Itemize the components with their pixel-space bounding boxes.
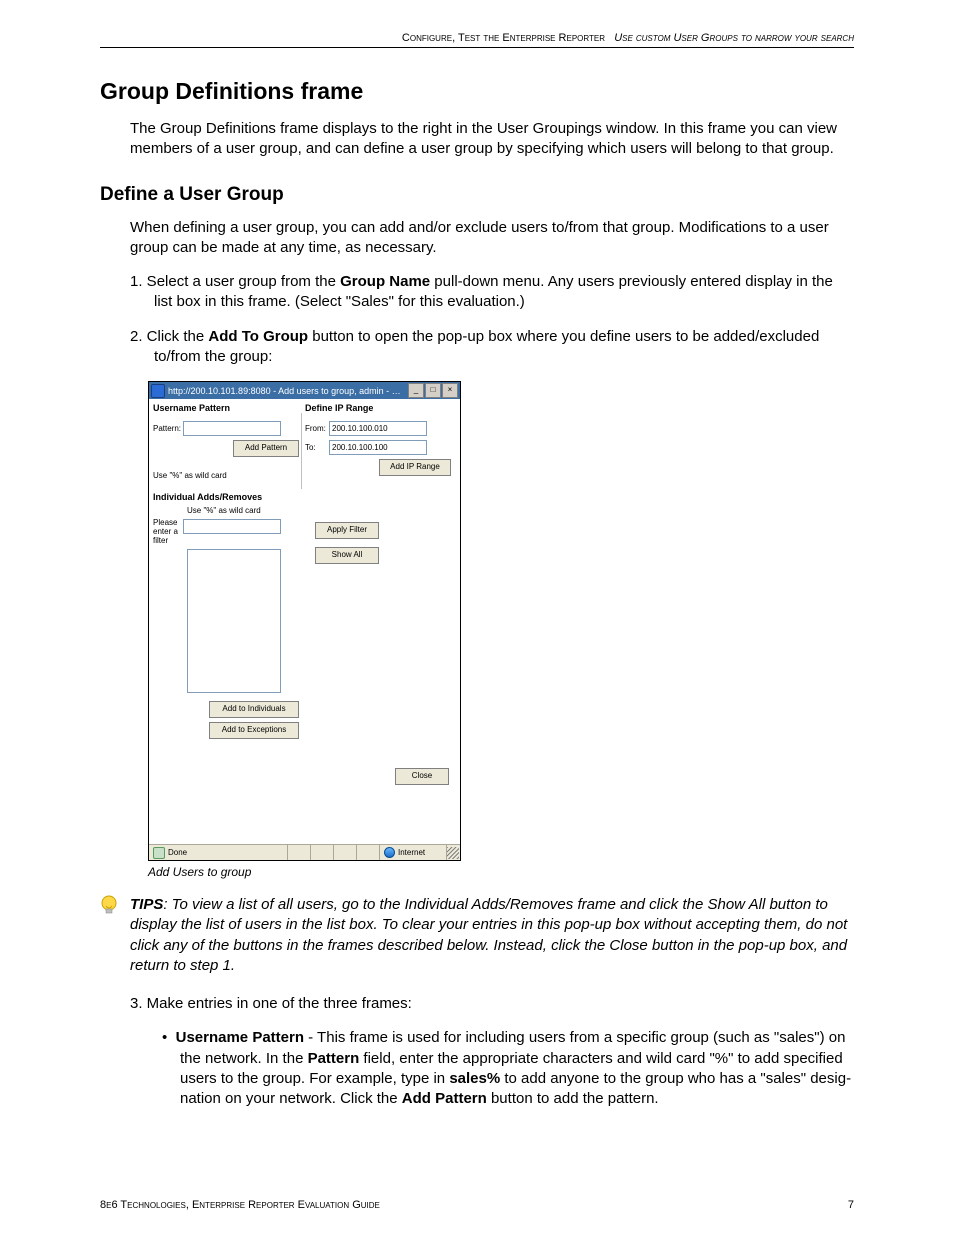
running-header: Configure, Test the Enterprise Reporter … — [100, 32, 854, 48]
add-to-individuals-button[interactable]: Add to Individuals — [209, 701, 299, 718]
section-heading-group-definitions: Group Definitions frame — [100, 78, 854, 105]
page-footer: 8e6 Technologies, Enterprise Reporter Ev… — [100, 1199, 854, 1211]
to-input[interactable]: 200.10.100.100 — [329, 440, 427, 455]
intro-paragraph: The Group Definitions frame displays to … — [130, 119, 854, 160]
section-heading-define-user-group: Define a User Group — [100, 184, 854, 206]
filter-label: Please enter a filter — [153, 519, 183, 545]
users-listbox[interactable] — [187, 549, 281, 693]
tips-label: TIPS — [130, 896, 163, 913]
figure-caption: Add Users to group — [148, 865, 854, 879]
username-pattern-title: Username Pattern — [153, 401, 299, 413]
to-label: To: — [305, 443, 329, 452]
bullet-username-pattern: • Username Pattern - This frame is used … — [162, 1028, 854, 1109]
step-1: 1. Select a user group from the Group Na… — [130, 272, 854, 313]
dialog-window: http://200.10.101.89:8080 - Add users to… — [148, 381, 461, 861]
dialog-titlebar: http://200.10.101.89:8080 - Add users to… — [149, 382, 460, 399]
step-2: 2. Click the Add To Group button to open… — [130, 327, 854, 368]
add-to-exceptions-button[interactable]: Add to Exceptions — [209, 722, 299, 739]
done-icon — [153, 847, 165, 859]
dialog-figure: http://200.10.101.89:8080 - Add users to… — [148, 381, 461, 861]
step-3: 3. Make entries in one of the three fram… — [130, 994, 854, 1014]
show-all-button[interactable]: Show All — [315, 547, 379, 564]
tips-text: : To view a list of all users, go to the… — [130, 896, 847, 974]
pattern-label: Pattern: — [153, 424, 183, 433]
status-zone: Internet — [398, 848, 425, 857]
filter-input[interactable] — [183, 519, 281, 534]
minimize-button[interactable]: _ — [408, 383, 424, 398]
from-label: From: — [305, 424, 329, 433]
ie-icon — [151, 384, 165, 398]
header-right: Use custom User Groups to narrow your se… — [614, 32, 854, 44]
internet-zone-icon — [384, 847, 395, 858]
individual-adds-removes-title: Individual Adds/Removes — [153, 492, 299, 502]
close-dialog-button[interactable]: Close — [395, 768, 449, 785]
status-bar: Done Internet — [149, 844, 460, 860]
define-ip-range-title: Define IP Range — [305, 401, 451, 413]
from-input[interactable]: 200.10.100.010 — [329, 421, 427, 436]
wildcard-hint-1: Use "%" as wild card — [153, 471, 299, 480]
dialog-title: http://200.10.101.89:8080 - Add users to… — [168, 386, 408, 396]
status-done: Done — [168, 848, 187, 857]
tips-block: TIPS: To view a list of all users, go to… — [100, 895, 854, 976]
add-ip-range-button[interactable]: Add IP Range — [379, 459, 451, 476]
maximize-button[interactable]: □ — [425, 383, 441, 398]
header-left: Configure, Test the Enterprise Reporter — [402, 32, 605, 44]
add-pattern-button[interactable]: Add Pattern — [233, 440, 299, 457]
wildcard-hint-2: Use "%" as wild card — [187, 506, 299, 515]
define-intro-paragraph: When defining a user group, you can add … — [130, 218, 854, 259]
footer-left: 8e6 Technologies, Enterprise Reporter Ev… — [100, 1199, 380, 1211]
group-name-label: Group Name — [340, 273, 430, 290]
page-number: 7 — [848, 1199, 854, 1211]
add-to-group-label: Add To Group — [208, 328, 308, 345]
apply-filter-button[interactable]: Apply Filter — [315, 522, 379, 539]
lightbulb-icon — [100, 895, 118, 917]
pattern-input[interactable] — [183, 421, 281, 436]
resize-grip[interactable] — [447, 847, 459, 859]
close-window-button[interactable]: × — [442, 383, 458, 398]
